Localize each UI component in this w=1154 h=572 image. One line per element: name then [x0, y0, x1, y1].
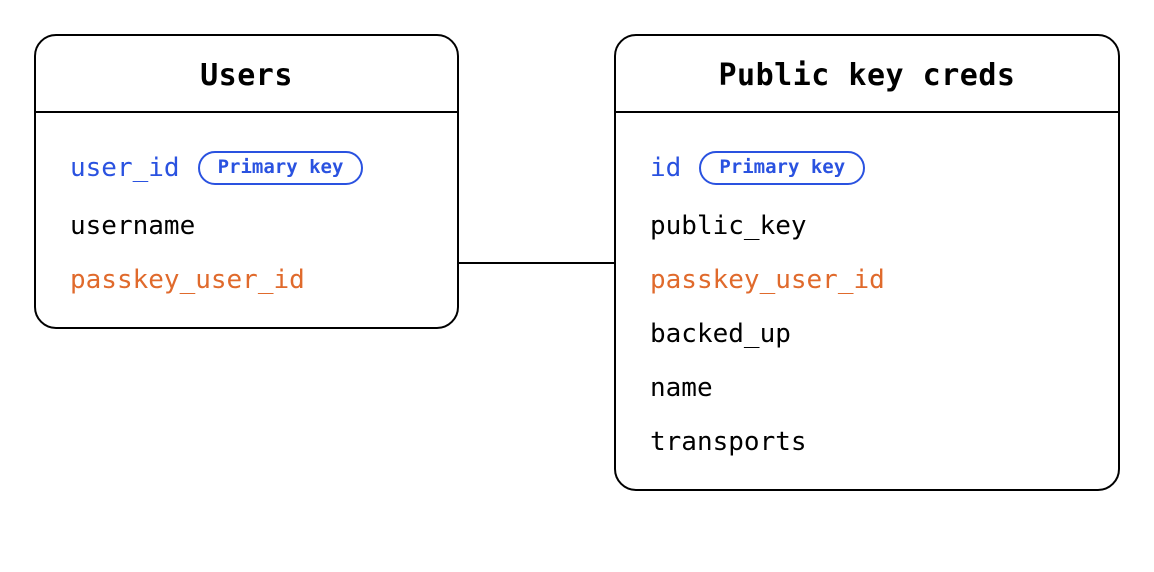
entity-creds-title: Public key creds [616, 36, 1118, 113]
field-name: public_key [650, 213, 807, 239]
primary-key-badge: Primary key [198, 151, 364, 185]
field-row: name [650, 375, 1084, 401]
field-name: username [70, 213, 195, 239]
field-row: id Primary key [650, 151, 1084, 185]
field-row: backed_up [650, 321, 1084, 347]
field-name: name [650, 375, 713, 401]
entity-users-body: user_id Primary key username passkey_use… [36, 113, 457, 327]
field-row: username [70, 213, 423, 239]
field-row: passkey_user_id [70, 267, 423, 293]
entity-creds: Public key creds id Primary key public_k… [614, 34, 1120, 491]
field-row: transports [650, 429, 1084, 455]
field-name: backed_up [650, 321, 791, 347]
field-name: user_id [70, 155, 180, 181]
primary-key-badge: Primary key [699, 151, 865, 185]
field-name: transports [650, 429, 807, 455]
relation-line [459, 262, 614, 264]
field-row: user_id Primary key [70, 151, 423, 185]
entity-users-title: Users [36, 36, 457, 113]
entity-users: Users user_id Primary key username passk… [34, 34, 459, 329]
field-name: passkey_user_id [70, 267, 305, 293]
field-name: id [650, 155, 681, 181]
entity-creds-body: id Primary key public_key passkey_user_i… [616, 113, 1118, 489]
field-row: public_key [650, 213, 1084, 239]
field-name: passkey_user_id [650, 267, 885, 293]
field-row: passkey_user_id [650, 267, 1084, 293]
